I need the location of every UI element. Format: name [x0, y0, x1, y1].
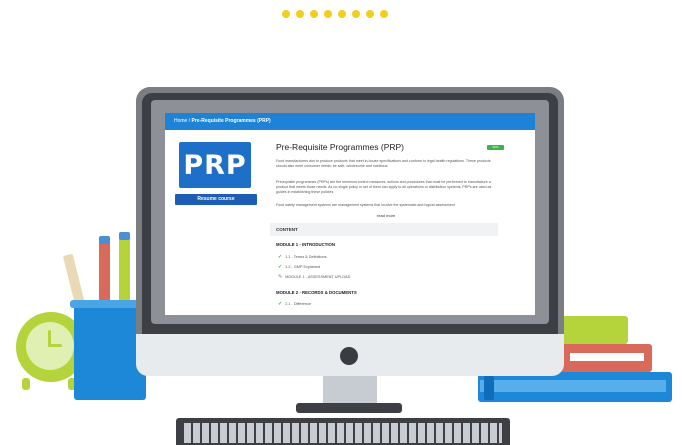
book-stripe — [480, 380, 666, 392]
check-icon: ✓ — [278, 254, 283, 260]
lesson-item[interactable]: ✓ 2.1 - Difference — [278, 301, 311, 307]
loading-dots — [282, 10, 388, 18]
pencil-icon — [119, 236, 130, 310]
book-spine — [484, 376, 494, 400]
loading-dot — [352, 10, 360, 18]
lesson-item[interactable]: ✓ 1.1 - Terms & Definitions — [278, 254, 327, 260]
loading-dot — [282, 10, 290, 18]
lesson-label: 1.2 - GMP Explained — [285, 265, 321, 269]
breadcrumb: Home / Pre-Requisite Programmes (PRP) — [165, 113, 535, 130]
check-icon: ✓ — [278, 301, 283, 307]
lesson-item[interactable]: ✎ MODULE 1 - ASSESSMENT UPLOAD — [278, 274, 350, 280]
book — [556, 316, 628, 344]
module-title[interactable]: MODULE 1 - INTRODUCTION — [276, 242, 335, 247]
power-button-icon[interactable] — [340, 347, 358, 365]
course-thumbnail: PRP — [179, 142, 251, 188]
description-paragraph: Food safety management systems are manag… — [276, 203, 455, 207]
monitor-stand — [323, 376, 377, 406]
pencil-eraser — [119, 232, 130, 240]
description-paragraph: Food manufacturers aim to produce produc… — [276, 159, 491, 169]
pencil-eraser — [99, 236, 110, 244]
progress-badge: 99% — [487, 145, 504, 150]
breadcrumb-home[interactable]: Home — [174, 118, 187, 124]
lesson-item[interactable]: ✓ 1.2 - GMP Explained — [278, 264, 320, 270]
loading-dot — [366, 10, 374, 18]
lesson-label: MODULE 1 - ASSESSMENT UPLOAD — [285, 275, 351, 279]
course-title: Pre-Requisite Programmes (PRP) — [276, 142, 405, 152]
breadcrumb-current: Pre-Requisite Programmes (PRP) — [191, 118, 271, 124]
lesson-label: 1.1 - Terms & Definitions — [285, 255, 327, 259]
keyboard — [176, 418, 510, 445]
clock-face — [26, 322, 74, 370]
loading-dot — [324, 10, 332, 18]
keyboard-keys — [184, 423, 502, 443]
module-title[interactable]: MODULE 2 - RECORDS & DOCUMENTS — [276, 290, 357, 295]
description-paragraph: Prerequisite programmes (PRPs) are the m… — [276, 180, 492, 195]
loading-dot — [380, 10, 388, 18]
screen: Home / Pre-Requisite Programmes (PRP) PR… — [165, 113, 535, 315]
lesson-label: 2.1 - Difference — [285, 302, 312, 306]
loading-dot — [310, 10, 318, 18]
read-more-link[interactable]: read more — [377, 213, 395, 218]
loading-dot — [338, 10, 346, 18]
clock-leg — [22, 378, 30, 390]
check-icon: ✓ — [278, 264, 283, 270]
monitor-stand-base — [296, 403, 402, 413]
loading-dot — [296, 10, 304, 18]
resume-course-button[interactable]: Resume course — [175, 194, 257, 205]
thumbnail-text: PRP — [183, 150, 247, 181]
pencil-icon: ✎ — [278, 274, 283, 280]
book-stripe — [570, 353, 644, 361]
content-header: CONTENT — [270, 223, 498, 236]
